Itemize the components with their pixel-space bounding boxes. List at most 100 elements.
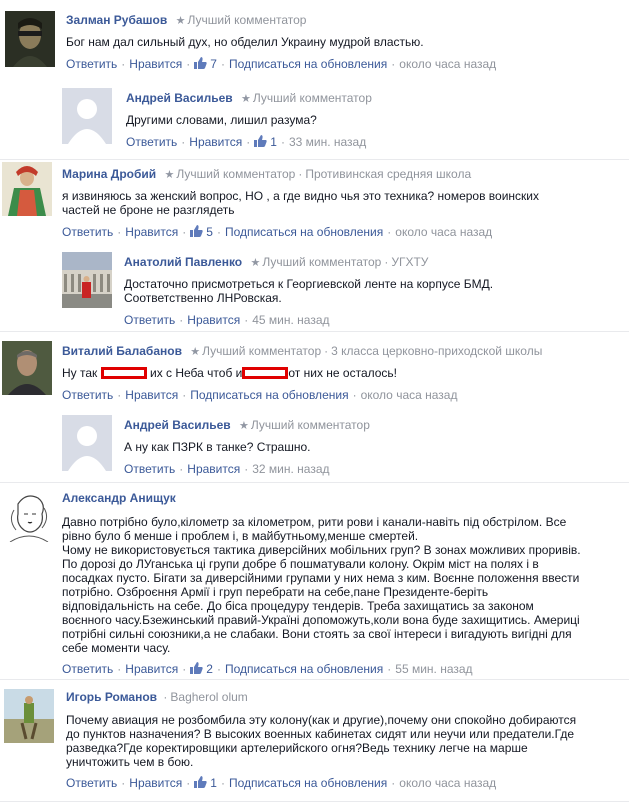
avatar-photo: [2, 162, 52, 216]
commenter-badge: Лучший комментатор: [252, 91, 372, 105]
reply: Анатолий Павленко ★ Лучший комментатор · УГ…: [62, 252, 622, 327]
avatar[interactable]: [4, 689, 54, 743]
comment: Александр Анищук Давно потрібно було,кіл…: [0, 484, 629, 680]
like-count[interactable]: 1: [194, 776, 217, 790]
default-avatar-icon: [62, 415, 112, 471]
star-icon: ★: [175, 15, 186, 27]
redaction-box: [100, 367, 147, 379]
avatar[interactable]: [2, 162, 52, 216]
reply-link[interactable]: Ответить: [66, 776, 117, 790]
comment-author[interactable]: Марина Дробий: [62, 167, 156, 181]
comment-text: Достаточно присмотреться к Георгиевской …: [124, 277, 494, 305]
comment-text: Давно потрібно було,кілометр за кілометр…: [62, 515, 581, 655]
commenter-badge: Лучший комментатор: [187, 13, 307, 27]
comment-author[interactable]: Андрей Васильев: [124, 418, 231, 432]
star-icon: ★: [241, 93, 251, 105]
timestamp[interactable]: 32 мин. назад: [252, 462, 329, 476]
reply-link[interactable]: Ответить: [62, 388, 113, 402]
timestamp[interactable]: 55 мин. назад: [395, 662, 472, 676]
reply-link[interactable]: Ответить: [62, 225, 113, 239]
comment-text: Почему авиация не розбомбила эту колону(…: [66, 713, 577, 769]
like-link[interactable]: Нравится: [125, 388, 178, 402]
comment-text: А ну как ПЗРК в танке? Страшно.: [124, 440, 311, 454]
timestamp[interactable]: около часа назад: [395, 225, 492, 239]
avatar-photo: [62, 252, 112, 308]
commenter-badge: Лучший комментатор: [176, 167, 296, 181]
commenter-badge: Лучший комментатор: [250, 418, 370, 432]
reply-link[interactable]: Ответить: [62, 662, 113, 676]
avatar[interactable]: [62, 252, 112, 308]
thumbs-up-icon: [190, 662, 203, 674]
star-icon: ★: [164, 169, 175, 181]
avatar-photo: [4, 490, 54, 542]
comment-author[interactable]: Анатолий Павленко: [124, 255, 242, 269]
thumbs-up-icon: [254, 135, 267, 147]
reply: Андрей Васильев ★ Лучший комментатор А ну…: [62, 415, 622, 477]
avatar[interactable]: [2, 341, 52, 395]
subscribe-link[interactable]: Подписаться на обновления: [225, 225, 383, 239]
subscribe-link[interactable]: Подписаться на обновления: [190, 388, 348, 402]
subscribe-link[interactable]: Подписаться на обновления: [229, 57, 387, 71]
commenter-badge: Лучший комментатор: [202, 344, 322, 358]
like-count[interactable]: 1: [254, 135, 277, 149]
avatar-photo: [2, 341, 52, 395]
comment-text-part: Ну так: [62, 366, 98, 380]
like-link[interactable]: Нравится: [187, 313, 240, 327]
redaction-box: [242, 367, 289, 379]
like-count[interactable]: 2: [190, 662, 213, 676]
reply-link[interactable]: Ответить: [124, 313, 175, 327]
subscribe-link[interactable]: Подписаться на обновления: [229, 776, 387, 790]
commenter-affiliation: Bagherol olum: [170, 690, 248, 704]
comment: Марина Дробий ★ Лучший комментатор · Против…: [0, 160, 629, 332]
comment-text: я извиняюсь за женский вопрос, НО , а гд…: [62, 189, 539, 217]
star-icon: ★: [239, 420, 249, 432]
comment: Залман Рубашов ★ Лучший комментатор Бог н…: [0, 0, 629, 160]
reply-link[interactable]: Ответить: [126, 135, 177, 149]
avatar[interactable]: [4, 490, 54, 542]
thumbs-up-icon: [194, 57, 207, 69]
reply-link[interactable]: Ответить: [66, 57, 117, 71]
like-link[interactable]: Нравится: [189, 135, 242, 149]
like-link[interactable]: Нравится: [129, 57, 182, 71]
comment: Виталий Балабанов ★ Лучший комментатор · 3 …: [0, 333, 629, 483]
comment-text: Другими словами, лишил разума?: [126, 113, 317, 127]
default-avatar-icon: [62, 88, 112, 144]
comment-text-part: от них не осталось!: [288, 366, 398, 380]
timestamp[interactable]: 33 мин. назад: [289, 135, 366, 149]
subscribe-link[interactable]: Подписаться на обновления: [225, 662, 383, 676]
reply-link[interactable]: Ответить: [124, 462, 175, 476]
comment-author[interactable]: Виталий Балабанов: [62, 344, 182, 358]
like-link[interactable]: Нравится: [129, 776, 182, 790]
avatar[interactable]: [5, 11, 55, 67]
thumbs-up-icon: [190, 225, 203, 237]
comment-author[interactable]: Игорь Романов: [66, 690, 157, 704]
commenter-affiliation: УГХТУ: [391, 255, 429, 269]
star-icon: ★: [250, 257, 261, 269]
timestamp[interactable]: около часа назад: [399, 57, 496, 71]
avatar-photo: [5, 11, 55, 67]
like-link[interactable]: Нравится: [125, 662, 178, 676]
like-count[interactable]: 7: [194, 57, 217, 71]
commenter-affiliation: 3 класса церковно-приходской школы: [331, 344, 543, 358]
avatar-photo: [4, 689, 54, 743]
comment-author[interactable]: Андрей Васильев: [126, 91, 233, 105]
like-link[interactable]: Нравится: [187, 462, 240, 476]
thumbs-up-icon: [194, 776, 207, 788]
comment: Игорь Романов · Bagherol olum Почему авиа…: [0, 681, 629, 802]
comment-text: Бог нам дал сильный дух, но обделил Укра…: [66, 35, 424, 49]
like-link[interactable]: Нравится: [125, 225, 178, 239]
timestamp[interactable]: около часа назад: [399, 776, 496, 790]
comment-text: Ну так их с Неба чтоб и от них не осталос…: [62, 366, 621, 380]
reply: Андрей Васильев ★ Лучший комментатор Друг…: [62, 88, 622, 150]
avatar[interactable]: [62, 415, 112, 471]
timestamp[interactable]: 45 мин. назад: [252, 313, 329, 327]
star-icon: ★: [190, 346, 201, 358]
like-count[interactable]: 5: [190, 225, 213, 239]
timestamp[interactable]: около часа назад: [361, 388, 458, 402]
commenter-affiliation: Противинская средняя школа: [305, 167, 472, 181]
comment-author[interactable]: Залман Рубашов: [66, 13, 167, 27]
avatar[interactable]: [62, 88, 112, 144]
commenter-badge: Лучший комментатор: [262, 255, 382, 269]
comment-author[interactable]: Александр Анищук: [62, 491, 176, 505]
comment-text-part: их с Неба чтоб и: [149, 366, 243, 380]
